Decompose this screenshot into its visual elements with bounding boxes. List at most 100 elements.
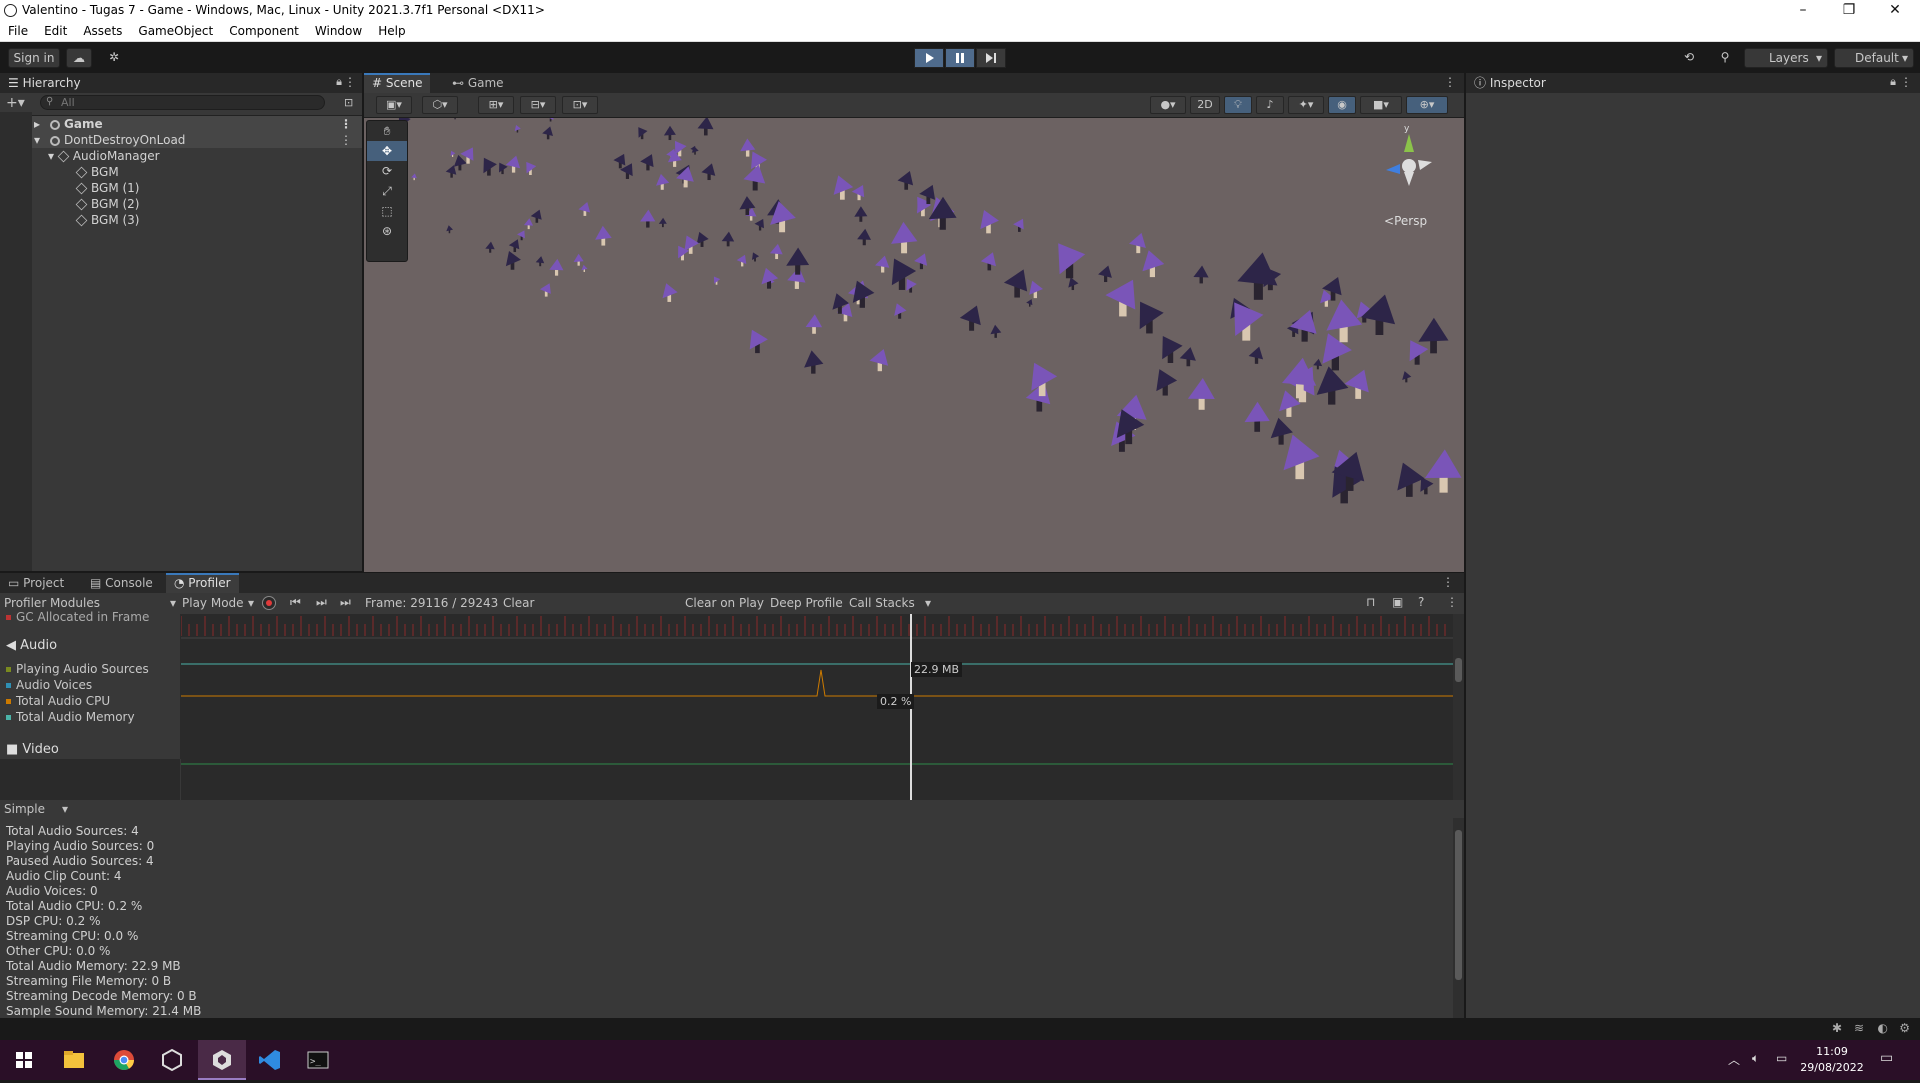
tab-console[interactable]: ▤ Console (82, 573, 161, 593)
clear-on-play-toggle[interactable]: Clear on Play (685, 596, 764, 610)
deep-profile-toggle[interactable]: Deep Profile (770, 596, 843, 610)
more-icon[interactable]: ⋮ (1444, 75, 1456, 89)
hand-tool-icon[interactable]: ✋︎ (367, 121, 407, 141)
unity-hub-icon[interactable] (148, 1040, 196, 1080)
grid-snap-dropdown[interactable]: ⊞▾ (478, 96, 514, 114)
menu-file[interactable]: File (0, 22, 36, 38)
clear-button[interactable]: Clear (503, 596, 534, 610)
close-button[interactable]: ✕ (1872, 0, 1918, 22)
orientation-gizmo[interactable]: y (1364, 124, 1454, 214)
legend-item[interactable]: Audio Voices (6, 678, 92, 692)
lock-icon[interactable]: 🔒︎ (1890, 75, 1896, 89)
play-mode-dropdown[interactable]: Play Mode ▾ (182, 596, 254, 610)
camera-dropdown[interactable]: ■▾ (1360, 96, 1402, 114)
collab-icon[interactable]: ✲ (102, 48, 126, 68)
list-item[interactable]: BGM (3) (75, 212, 140, 228)
rect-tool-icon[interactable]: ⬚ (367, 201, 407, 221)
more-icon[interactable]: ⋮ (340, 116, 352, 132)
profiler-chart-area[interactable]: 22.9 MB 0.2 % (181, 614, 1453, 800)
lighting-toggle-icon[interactable]: 💡︎ (1224, 96, 1252, 114)
legend-item[interactable]: Total Audio Memory (6, 710, 135, 724)
layers-dropdown[interactable]: Layers ▾ (1744, 48, 1828, 68)
list-item[interactable]: ▾ DontDestroyOnLoad ⋮ (0, 132, 362, 148)
rotate-tool-icon[interactable]: ⟳ (367, 161, 407, 181)
menu-help[interactable]: Help (370, 22, 413, 38)
volume-icon[interactable]: 🔈︎ (1752, 1051, 1759, 1066)
hidden-objects-icon[interactable]: ◉ (1328, 96, 1356, 114)
draw-mode-dropdown[interactable]: ▣▾ (376, 96, 412, 114)
align-dropdown[interactable]: ⊡▾ (562, 96, 598, 114)
profiler-modules-dropdown[interactable]: Profiler Modules ▾ (4, 596, 176, 610)
tab-game[interactable]: ⊷ Game (444, 73, 512, 93)
gizmos-dropdown[interactable]: ⊕▾ (1406, 96, 1448, 114)
help-icon[interactable]: ? (1418, 595, 1424, 609)
save-icon[interactable]: ▣ (1392, 595, 1403, 609)
view-mode-dropdown[interactable]: Simple ▾ (4, 802, 68, 816)
layout-dropdown[interactable]: Default ▾ (1834, 48, 1914, 68)
progress-icon[interactable]: ◐ (1878, 1021, 1888, 1035)
network-icon[interactable]: ▭ (1776, 1051, 1787, 1065)
hierarchy-search-input[interactable] (40, 95, 325, 110)
list-item[interactable]: ▾ AudioManager (48, 148, 160, 164)
menu-window[interactable]: Window (307, 22, 370, 38)
menu-gameobject[interactable]: GameObject (130, 22, 221, 38)
lock-icon[interactable]: 🔒︎ (336, 75, 342, 89)
more-icon[interactable]: ⋮ (1442, 575, 1454, 589)
minimize-button[interactable]: – (1780, 0, 1826, 22)
pause-button[interactable] (945, 48, 975, 68)
gc-module-label[interactable]: GC Allocated in Frame (6, 610, 149, 624)
legend-item[interactable]: Total Audio CPU (6, 694, 110, 708)
list-item[interactable]: BGM (75, 164, 119, 180)
toggle-2d-button[interactable]: 2D (1190, 96, 1220, 114)
add-button[interactable]: +▾ (6, 95, 25, 111)
filter-icon[interactable]: ⊡ (344, 96, 353, 109)
windows-start-icon[interactable] (0, 1040, 48, 1080)
transform-tool-icon[interactable]: ⊛ (367, 221, 407, 241)
snap-increment-dropdown[interactable]: ⊟▾ (520, 96, 556, 114)
tab-inspector[interactable]: ⓘ Inspector (1466, 73, 1554, 93)
chrome-icon[interactable] (100, 1040, 148, 1080)
scrollbar-thumb[interactable] (1455, 830, 1462, 980)
tab-hierarchy[interactable]: ☰ Hierarchy (0, 73, 89, 93)
system-clock[interactable]: 11:09 29/08/2022 (1800, 1044, 1864, 1076)
record-button[interactable] (262, 596, 276, 610)
effects-dropdown[interactable]: ✦▾ (1288, 96, 1324, 114)
move-tool-icon[interactable]: ✥ (367, 141, 407, 161)
more-icon[interactable]: ⋮ (344, 75, 356, 89)
maximize-button[interactable]: ❐ (1826, 0, 1872, 22)
search-icon[interactable]: ⚲ (1712, 48, 1738, 68)
video-module[interactable]: ■ Video (0, 737, 180, 761)
step-button[interactable] (976, 48, 1006, 68)
list-item[interactable]: BGM (2) (75, 196, 140, 212)
sign-in-button[interactable]: Sign in (8, 48, 60, 68)
scale-tool-icon[interactable]: ⤢ (367, 181, 407, 201)
stats-scrollbar[interactable] (1453, 818, 1464, 1018)
audio-toggle-icon[interactable]: ♪ (1256, 96, 1284, 114)
audio-module[interactable]: ◀ Audio Playing Audio Sources Audio Voic… (0, 632, 180, 728)
tab-project[interactable]: ▭ Project (0, 573, 72, 593)
legend-item[interactable]: Playing Audio Sources (6, 662, 149, 676)
settings-icon[interactable]: ⚙ (1899, 1021, 1910, 1035)
scrollbar-thumb[interactable] (1455, 658, 1462, 682)
view-options-dropdown[interactable]: ⬡▾ (422, 96, 458, 114)
perspective-label[interactable]: <Persp (1384, 214, 1427, 228)
chevron-up-icon[interactable]: ︿ (1728, 1051, 1740, 1068)
unity-editor-icon[interactable] (198, 1040, 246, 1080)
cache-icon[interactable]: ≋ (1854, 1021, 1864, 1035)
play-button[interactable] (914, 48, 944, 68)
file-explorer-icon[interactable] (50, 1040, 98, 1080)
terminal-icon[interactable]: >_ (294, 1040, 342, 1080)
menu-component[interactable]: Component (221, 22, 307, 38)
shading-mode-dropdown[interactable]: ●▾ (1150, 96, 1186, 114)
last-frame-icon[interactable]: ⏭ (340, 595, 351, 610)
tab-profiler[interactable]: ◔ Profiler (166, 573, 239, 595)
cloud-icon[interactable]: ☁ (66, 48, 92, 68)
more-icon[interactable]: ⋮ (1900, 75, 1912, 89)
next-frame-icon[interactable]: ⏭ (316, 595, 327, 610)
load-icon[interactable]: ⊓ (1366, 595, 1375, 609)
history-icon[interactable]: ⟲ (1676, 48, 1702, 68)
chart-scrollbar[interactable] (1453, 614, 1464, 800)
first-frame-icon[interactable]: ⏮ (290, 595, 301, 610)
tab-scene[interactable]: # Scene (364, 73, 431, 95)
list-item[interactable]: ▸ Game ⋮ (0, 116, 362, 132)
